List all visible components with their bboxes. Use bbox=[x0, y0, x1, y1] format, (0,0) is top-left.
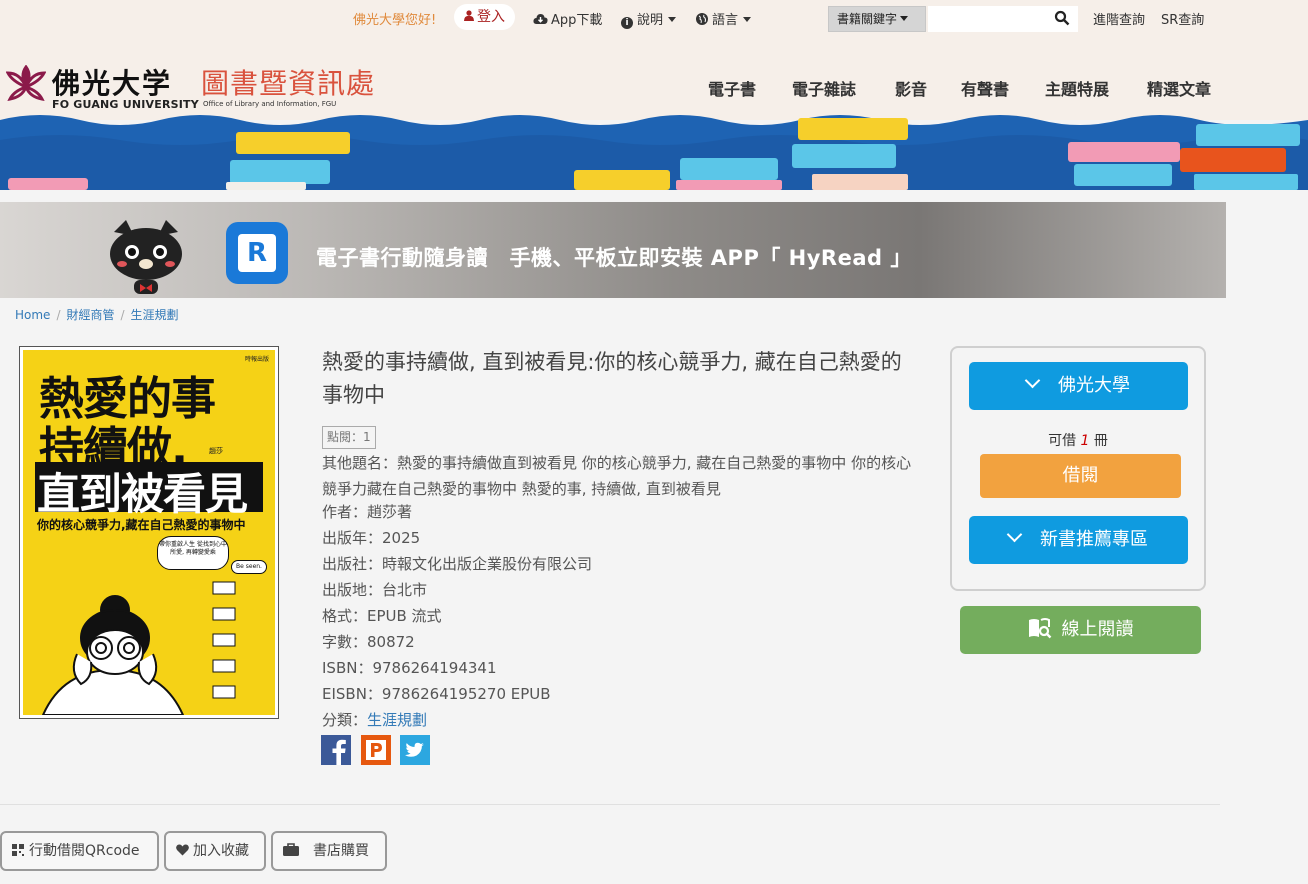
book-word-count: 字數：80872 bbox=[322, 633, 415, 651]
cloud-download-icon bbox=[533, 14, 548, 24]
chevron-down-icon bbox=[900, 16, 909, 21]
user-icon bbox=[464, 10, 474, 21]
book-author: 作者：趙莎著 bbox=[322, 503, 413, 521]
header-wave-illustration bbox=[0, 115, 1308, 190]
library-name-en: Office of Library and Information, FGU bbox=[203, 100, 337, 108]
library-name-cn: 圖書暨資訊處 bbox=[201, 67, 376, 100]
availability-text: 可借 1 冊 bbox=[950, 430, 1206, 450]
cover-speech-bubble: 帶你重啟人生 從找到心中所愛, 再轉變愛乘 bbox=[157, 536, 229, 570]
chevron-down-icon bbox=[668, 17, 677, 22]
book-search-icon bbox=[1028, 618, 1051, 639]
info-icon: i bbox=[621, 17, 633, 29]
book-eisbn: EISBN：9786264195270 EPUB bbox=[322, 685, 551, 703]
library-select-label: 佛光大學 bbox=[1058, 375, 1130, 396]
read-online-button[interactable]: 線上閱讀 bbox=[960, 606, 1201, 654]
availability-count: 1 bbox=[1080, 433, 1090, 449]
buy-in-store-label: 書店購買 bbox=[313, 843, 369, 859]
hyread-app-icon: R bbox=[226, 222, 288, 284]
cover-subtitle: 你的核心競爭力,藏在自己熱愛的事物中 bbox=[37, 518, 246, 532]
chevron-down-icon bbox=[1024, 372, 1041, 389]
heart-icon bbox=[176, 844, 189, 856]
qrcode-icon bbox=[12, 844, 24, 856]
book-cover-art: 時報出版 熱愛的事 持續做, 趙莎 直到被看見 你的核心競爭力,藏在自己熱愛的事… bbox=[23, 350, 275, 715]
availability-prefix: 可借 bbox=[1048, 433, 1077, 449]
breadcrumb-separator: / bbox=[56, 308, 61, 322]
advanced-search-link[interactable]: 進階查詢 bbox=[1093, 9, 1145, 28]
library-select-button[interactable]: 佛光大學 bbox=[969, 362, 1188, 410]
book-category: 分類：生涯規劃 bbox=[322, 709, 427, 731]
book-year: 出版年：2025 bbox=[322, 529, 421, 547]
chevron-down-icon bbox=[1006, 526, 1023, 543]
search-scope-select[interactable]: 書籍關鍵字 bbox=[828, 6, 926, 32]
nav-audiobooks[interactable]: 有聲書 bbox=[961, 76, 1009, 100]
hyread-promo-banner[interactable]: R 電子書行動隨身讀 手機、平板立即安裝 APP「 HyRead 」 bbox=[0, 202, 1226, 298]
nav-featured-articles[interactable]: 精選文章 bbox=[1147, 76, 1211, 100]
nav-video[interactable]: 影音 bbox=[895, 76, 927, 100]
qrcode-button[interactable]: 行動借閱QRcode bbox=[0, 831, 159, 871]
cover-badge: Be seen. bbox=[231, 560, 267, 574]
availability-suffix: 冊 bbox=[1093, 433, 1108, 449]
briefcase-icon bbox=[283, 843, 299, 856]
globe-icon bbox=[696, 13, 708, 25]
university-name-cn: 佛光大学 bbox=[52, 67, 173, 100]
greeting-text: 佛光大學您好! bbox=[353, 13, 437, 28]
buy-in-store-button[interactable]: 書店購買 bbox=[271, 831, 387, 871]
app-download-link[interactable]: App下載 bbox=[533, 9, 602, 28]
breadcrumb-subcategory[interactable]: 生涯規劃 bbox=[131, 308, 179, 322]
app-download-label: App下載 bbox=[551, 13, 603, 28]
plurk-icon[interactable] bbox=[361, 735, 391, 765]
breadcrumb: Home / 財經商管 / 生涯規劃 bbox=[15, 306, 179, 323]
section-divider bbox=[0, 804, 1220, 805]
cover-girl-illustration bbox=[41, 581, 236, 715]
book-place: 出版地：台北市 bbox=[322, 581, 428, 599]
book-publisher: 出版社：時報文化出版企業股份有限公司 bbox=[322, 555, 593, 573]
cover-publisher-mark: 時報出版 bbox=[244, 356, 269, 363]
add-favorite-button[interactable]: 加入收藏 bbox=[164, 831, 266, 871]
breadcrumb-separator: / bbox=[120, 308, 125, 322]
book-title: 熱愛的事持續做, 直到被看見:你的核心競爭力, 藏在自己熱愛的事物中 bbox=[322, 350, 902, 407]
search-scope-value: 書籍關鍵字 bbox=[837, 12, 898, 26]
hit-count-badge: 點閱：1 bbox=[322, 426, 376, 449]
book-cover[interactable]: 時報出版 熱愛的事 持續做, 趙莎 直到被看見 你的核心競爭力,藏在自己熱愛的事… bbox=[19, 346, 279, 719]
top-utility-bar: 佛光大學您好! 登入 App下載 i 說明 語言 書籍關鍵字 進階查詢 SR查詢 bbox=[0, 0, 1308, 38]
language-label: 語言 bbox=[712, 13, 739, 28]
login-button[interactable]: 登入 bbox=[454, 4, 515, 30]
book-alt-titles: 其他題名：熱愛的事持續做直到被看見 你的核心競爭力, 藏在自己熱愛的事物中 你的… bbox=[322, 454, 912, 498]
book-isbn: ISBN：9786264194341 bbox=[322, 659, 497, 677]
cover-title-line-3-text: 直到被看見 bbox=[37, 470, 248, 520]
breadcrumb-category[interactable]: 財經商管 bbox=[66, 308, 114, 322]
new-books-button[interactable]: 新書推薦專區 bbox=[969, 516, 1188, 564]
site-header: 佛光大学 FO GUANG UNIVERSITY 圖書暨資訊處 Office o… bbox=[0, 38, 1308, 120]
cover-author: 趙莎 bbox=[209, 447, 223, 455]
promo-text: 電子書行動隨身讀 手機、平板立即安裝 APP「 HyRead 」 bbox=[316, 246, 912, 270]
twitter-icon[interactable] bbox=[400, 735, 430, 765]
book-category-link[interactable]: 生涯規劃 bbox=[367, 711, 427, 729]
breadcrumb-home[interactable]: Home bbox=[15, 308, 50, 322]
nav-ebooks[interactable]: 電子書 bbox=[708, 76, 756, 100]
login-label: 登入 bbox=[477, 9, 505, 25]
hyread-app-letter: R bbox=[238, 234, 276, 272]
help-dropdown[interactable]: i 說明 bbox=[621, 9, 677, 29]
language-dropdown[interactable]: 語言 bbox=[696, 9, 752, 28]
sr-search-link[interactable]: SR查詢 bbox=[1161, 9, 1204, 28]
search-icon[interactable] bbox=[1054, 10, 1070, 26]
add-favorite-label: 加入收藏 bbox=[193, 843, 249, 859]
nav-theme-exhibits[interactable]: 主題特展 bbox=[1045, 76, 1109, 100]
read-online-label: 線上閱讀 bbox=[1061, 619, 1134, 640]
nav-emagazines[interactable]: 電子雜誌 bbox=[792, 76, 856, 100]
university-logo-icon[interactable] bbox=[6, 65, 46, 105]
facebook-icon[interactable] bbox=[321, 735, 351, 765]
book-format: 格式：EPUB 流式 bbox=[322, 607, 442, 625]
black-cat-mascot-icon bbox=[110, 220, 182, 294]
book-category-label: 分類： bbox=[322, 711, 368, 729]
borrow-button[interactable]: 借閱 bbox=[980, 454, 1181, 498]
chevron-down-icon bbox=[743, 17, 752, 22]
qrcode-label: 行動借閱QRcode bbox=[29, 843, 140, 859]
new-books-label: 新書推薦專區 bbox=[1040, 529, 1148, 550]
help-label: 說明 bbox=[637, 13, 664, 28]
